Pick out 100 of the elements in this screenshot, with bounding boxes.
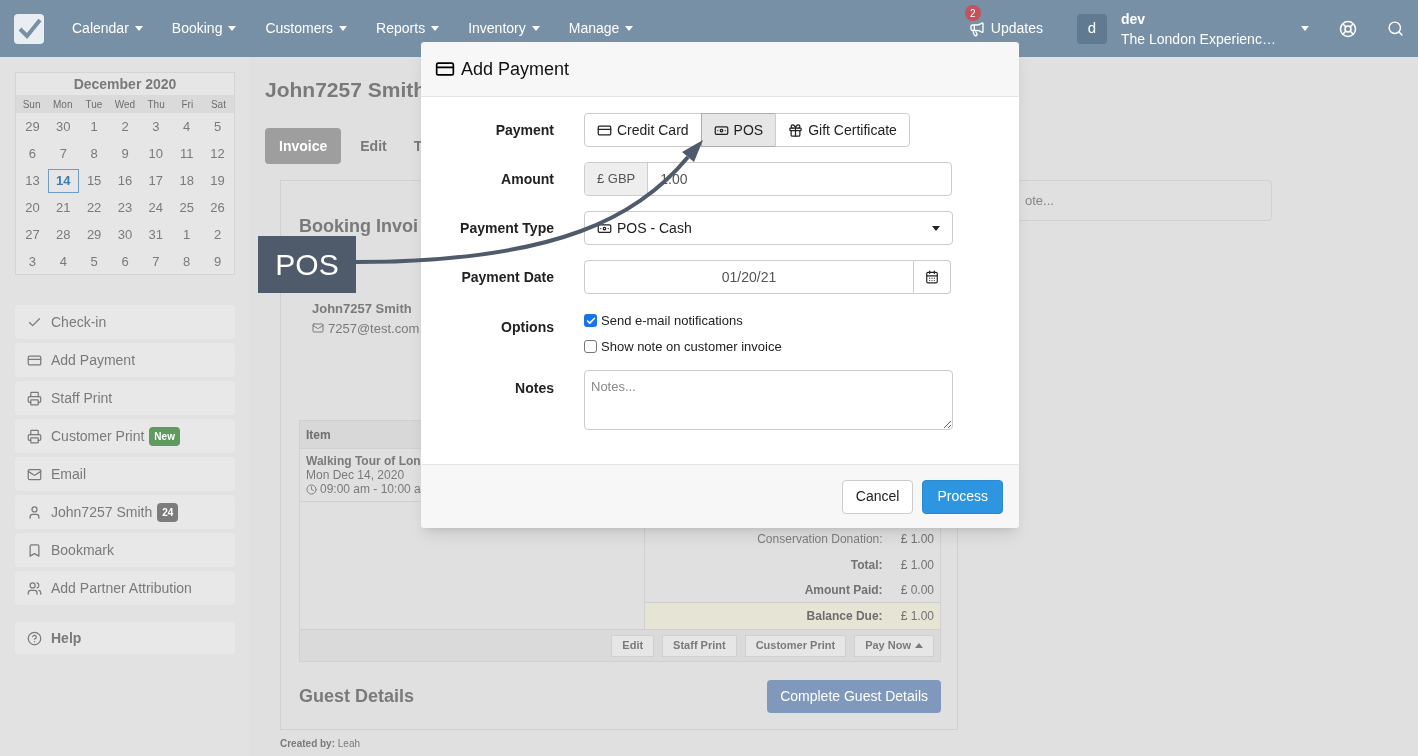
search-icon[interactable] <box>1387 20 1404 37</box>
action-button[interactable]: Edit <box>611 634 655 657</box>
calendar-day[interactable]: 3 <box>17 249 48 274</box>
sidebar-item[interactable]: Email <box>15 457 235 491</box>
calendar-day[interactable]: 9 <box>109 141 141 166</box>
calendar-day[interactable]: 20 <box>17 195 48 220</box>
sidebar-item[interactable]: Staff Print <box>15 381 235 415</box>
caret-icon <box>134 26 143 31</box>
calendar-day[interactable]: 30 <box>109 222 141 247</box>
gift-icon <box>788 122 804 138</box>
sidebar-item-label: Email <box>51 464 86 484</box>
tab[interactable]: Edit <box>352 128 395 164</box>
field-label: Amount <box>500 170 554 189</box>
action-button[interactable]: Staff Print <box>662 634 737 657</box>
envelope-icon <box>27 466 42 482</box>
calendar-day[interactable]: 15 <box>78 168 110 193</box>
checkbox[interactable] <box>584 339 597 353</box>
calendar-day[interactable]: 24 <box>140 195 172 220</box>
company-name: The London Experienc… <box>1121 29 1277 49</box>
calendar-day[interactable]: 7 <box>140 249 172 274</box>
dialog-title: Add Payment <box>461 57 570 81</box>
calendar-day[interactable]: 7 <box>47 141 79 166</box>
calendar-day[interactable]: 23 <box>109 195 141 220</box>
calendar-day[interactable]: 19 <box>202 168 233 193</box>
calendar-day[interactable]: 22 <box>78 195 110 220</box>
action-button[interactable]: Pay Now <box>854 634 934 657</box>
calendar-day[interactable]: 26 <box>202 195 233 220</box>
calendar-day[interactable]: 8 <box>78 141 110 166</box>
calendar-day[interactable]: 2 <box>109 114 141 139</box>
calendar-day[interactable]: 25 <box>171 195 203 220</box>
section-title: Guest Details <box>299 685 415 708</box>
calendar-day[interactable]: 17 <box>140 168 172 193</box>
calendar-day[interactable]: 8 <box>171 249 203 274</box>
process-button[interactable]: Process <box>922 479 1003 514</box>
calendar-day[interactable]: 21 <box>47 195 79 220</box>
sidebar-item[interactable]: Add Partner Attribution <box>15 571 235 605</box>
sidebar-item[interactable]: Check-in <box>15 305 235 339</box>
complete-guest-details-button[interactable]: Complete Guest Details <box>767 680 941 713</box>
nav-menu[interactable]: Calendar <box>72 18 143 39</box>
caret-icon <box>915 643 923 648</box>
calendar-button[interactable] <box>914 260 951 294</box>
nav-menu[interactable]: Customers <box>265 18 348 39</box>
calendar-day[interactable]: 29 <box>78 222 110 247</box>
tab[interactable]: Invoice <box>265 128 342 164</box>
calendar-day[interactable]: 11 <box>171 141 203 166</box>
calendar-day[interactable]: 3 <box>140 114 172 139</box>
calendar-day[interactable]: 1 <box>171 222 203 247</box>
payment-option[interactable]: Credit Card <box>584 113 702 147</box>
calendar-day[interactable]: 9 <box>202 249 233 274</box>
cancel-button[interactable]: Cancel <box>841 479 914 514</box>
weekday-label: Sun <box>21 97 42 112</box>
calendar-day[interactable]: 2 <box>202 222 233 247</box>
calendar-day[interactable]: 4 <box>171 114 203 139</box>
total-label: Total: <box>850 556 883 574</box>
updates-button[interactable]: Updates <box>968 18 1043 39</box>
field-label: Payment Type <box>459 219 554 238</box>
calendar-day[interactable]: 28 <box>47 222 79 247</box>
payment-option[interactable]: Gift Certificate <box>775 113 910 147</box>
payment-type-select[interactable]: POS - Cash <box>584 211 953 245</box>
help-button[interactable]: Help <box>15 622 235 654</box>
sidebar-item[interactable]: Add Payment <box>15 343 235 377</box>
user-name: dev <box>1121 9 1147 29</box>
calendar-day[interactable]: 6 <box>109 249 141 274</box>
calendar-day[interactable]: 29 <box>17 114 48 139</box>
sidebar-badge: 24 <box>157 502 179 522</box>
invoice-title: Booking Invoi <box>299 215 418 238</box>
calendar-day[interactable]: 31 <box>140 222 172 247</box>
notes-field[interactable]: Notes... <box>584 370 953 430</box>
payment-option[interactable]: POS <box>700 113 777 147</box>
calendar-day[interactable]: 18 <box>171 168 203 193</box>
calendar-day[interactable]: 14 <box>47 168 79 193</box>
people-icon <box>27 580 42 596</box>
printer-icon <box>27 390 42 406</box>
calendar-day[interactable]: 10 <box>140 141 172 166</box>
field-label: Payment Date <box>460 268 554 287</box>
total-label: Balance Due: <box>806 608 883 625</box>
calendar-title: December 2020 <box>72 75 178 94</box>
nav-menu[interactable]: Inventory <box>468 18 540 39</box>
sidebar-item[interactable]: Customer Print New <box>15 419 235 453</box>
calendar-day[interactable]: 6 <box>17 141 48 166</box>
calendar-day[interactable]: 27 <box>17 222 48 247</box>
sidebar-item[interactable]: Bookmark <box>15 533 235 567</box>
calendar-day[interactable]: 30 <box>47 114 79 139</box>
nav-menu[interactable]: Manage <box>568 18 634 39</box>
calendar-day[interactable]: 1 <box>78 114 110 139</box>
checkbox[interactable] <box>584 314 597 328</box>
calendar-day[interactable]: 5 <box>78 249 110 274</box>
nav-menu[interactable]: Booking <box>171 18 237 39</box>
calendar-day[interactable]: 16 <box>109 168 141 193</box>
action-button[interactable]: Customer Print <box>744 634 847 657</box>
calendar-day[interactable]: 12 <box>202 141 233 166</box>
nav-menu[interactable]: Reports <box>376 18 440 39</box>
help-icon[interactable] <box>1339 19 1357 38</box>
date-field[interactable]: 01/20/21 <box>584 260 914 294</box>
currency-addon: £ GBP <box>585 163 649 195</box>
sidebar-item[interactable]: John7257 Smith 24 <box>15 495 235 529</box>
calendar-day[interactable]: 13 <box>17 168 48 193</box>
check-icon <box>585 315 596 326</box>
calendar-day[interactable]: 4 <box>47 249 79 274</box>
calendar-day[interactable]: 5 <box>202 114 233 139</box>
